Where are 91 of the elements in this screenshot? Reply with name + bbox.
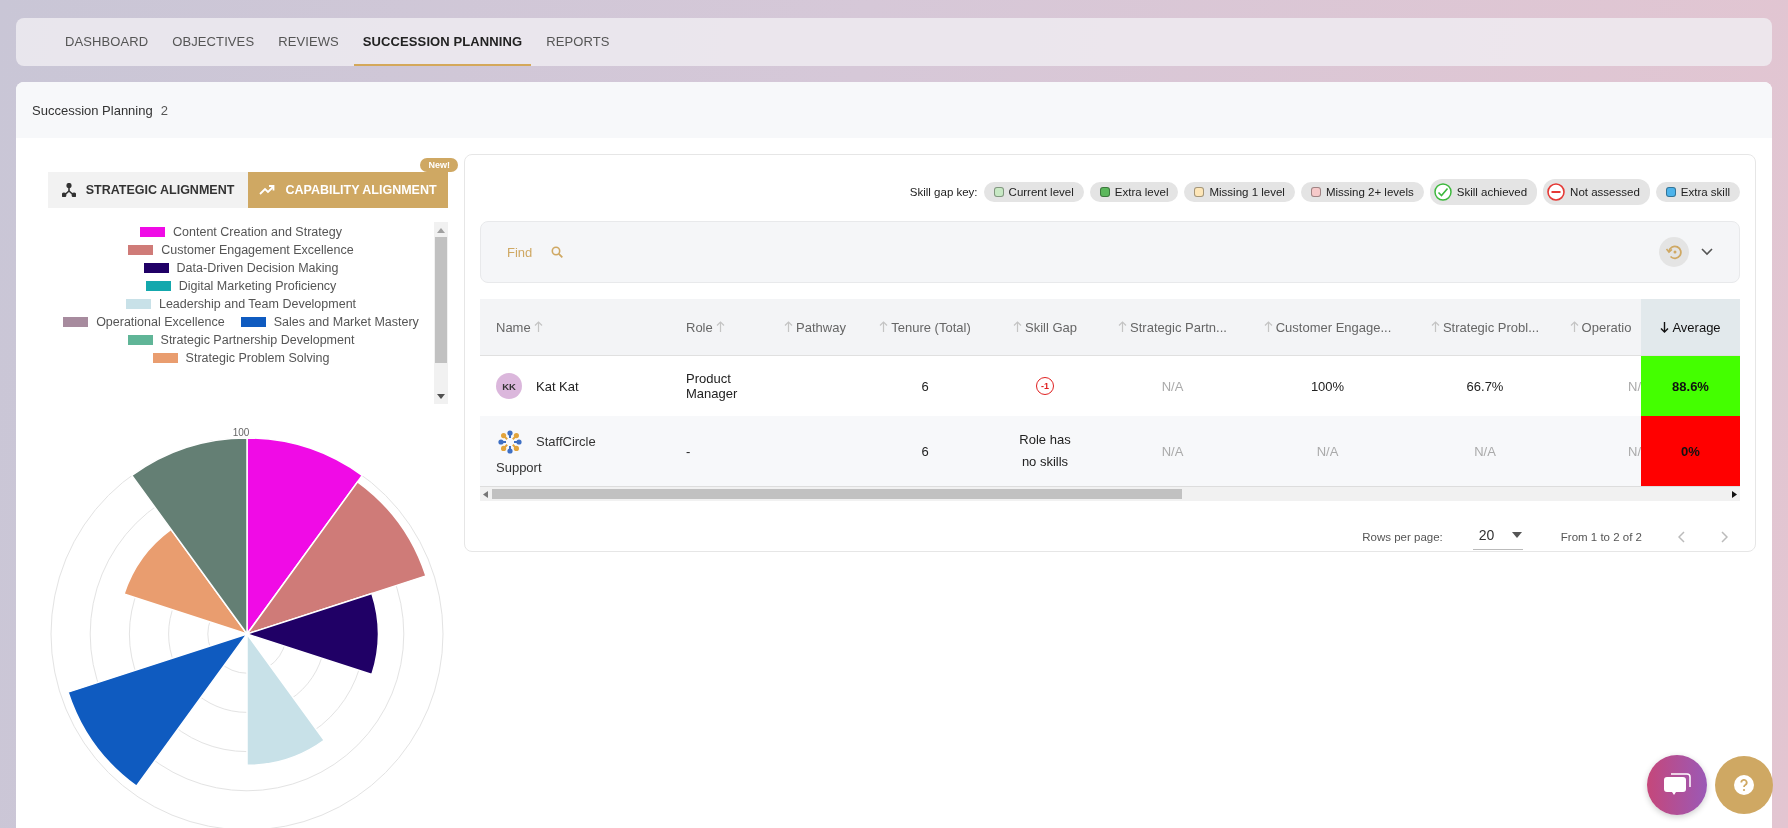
table-cell: N/ — [1628, 443, 1641, 459]
sort-up-icon — [1430, 321, 1440, 333]
rows-per-page-label: Rows per page: — [1362, 530, 1443, 543]
reset-icon — [1665, 243, 1683, 261]
rows-per-page-select[interactable]: 20 — [1472, 523, 1523, 550]
nav-tab[interactable]: DASHBOARD — [56, 18, 158, 66]
legend-label: Strategic Problem Solving — [185, 351, 330, 365]
column-header[interactable]: Pathway — [770, 299, 860, 355]
legend-label: Customer Engagement Excellence — [161, 243, 354, 257]
sort-up-icon — [533, 321, 543, 333]
table-cell: - — [686, 443, 691, 459]
check-circle-icon — [1433, 183, 1452, 201]
column-header[interactable]: Strategic Probl... — [1410, 299, 1560, 355]
legend-label: Digital Marketing Proficiency — [178, 279, 337, 293]
item-count: 2 — [160, 102, 168, 118]
table-cell-text: Product Manager — [686, 371, 739, 401]
key-chip-label: Current level — [1008, 186, 1074, 198]
expand-button[interactable] — [1701, 248, 1713, 256]
column-header[interactable]: Tenure (Total) — [860, 299, 990, 355]
search-icon — [551, 246, 563, 258]
scroll-left-icon — [483, 490, 488, 498]
sort-down-icon — [1660, 321, 1670, 333]
key-chip-label: Skill achieved — [1456, 186, 1528, 198]
sort-up-icon — [715, 321, 725, 333]
key-chip-label: Not assessed — [1570, 186, 1640, 198]
sort-up-icon — [1013, 321, 1022, 333]
caret-icon — [1512, 532, 1523, 538]
page-title: Succession Planning — [32, 102, 153, 118]
search-field[interactable]: Find — [507, 237, 541, 267]
scroll-right-icon — [1732, 490, 1737, 498]
key-chip-label: Missing 2+ levels — [1325, 186, 1414, 198]
sort-up-icon — [1569, 321, 1579, 333]
chevron-down-icon — [1701, 248, 1713, 256]
table-cell: 6 — [921, 443, 929, 459]
sort-up-icon — [1263, 321, 1273, 333]
average-cell: 0% — [1641, 416, 1740, 486]
avatar: KK — [496, 373, 522, 399]
nav-tab[interactable]: REVIEWS — [269, 18, 348, 66]
trend-icon — [259, 184, 276, 196]
table-cell: N/A — [1161, 443, 1184, 459]
sort-up-icon — [879, 321, 889, 333]
next-page-button[interactable] — [1721, 530, 1728, 543]
column-header[interactable]: Operatio — [1560, 299, 1641, 355]
new-badge: New! — [420, 158, 458, 172]
table-cell: 66.7% — [1466, 378, 1504, 394]
column-header[interactable]: Name — [480, 299, 670, 355]
table-cell: N/A — [1474, 443, 1496, 459]
column-header[interactable]: Strategic Partn... — [1100, 299, 1245, 355]
reset-button[interactable] — [1659, 237, 1689, 267]
legend-label: Sales and Market Mastery — [273, 315, 419, 329]
person-name[interactable]: Kat Kat — [536, 378, 579, 394]
key-label: Skill gap key: — [909, 186, 978, 198]
hierarchy-icon — [61, 183, 76, 197]
column-header[interactable]: Skill Gap — [990, 299, 1100, 355]
scroll-up-icon — [437, 227, 445, 233]
column-header[interactable]: Average — [1641, 299, 1740, 355]
legend-scrollbar[interactable] — [434, 222, 448, 404]
sort-up-icon — [784, 321, 794, 333]
nav-tab[interactable]: SUCCESSION PLANNING — [353, 18, 532, 66]
chevron-left-icon — [1678, 530, 1685, 543]
previous-page-button[interactable] — [1678, 530, 1685, 543]
legend-label: Data-Driven Decision Making — [176, 261, 339, 275]
key-chip-label: Extra level — [1114, 186, 1169, 198]
alignment-tab[interactable]: STRATEGIC ALIGNMENT — [48, 172, 248, 208]
table-cell: N/A — [1161, 378, 1184, 394]
legend-label: Operational Excellence — [96, 315, 225, 329]
minus-circle-icon — [1547, 183, 1566, 201]
key-chip-label: Extra skill — [1680, 186, 1730, 198]
starburst-logo-icon — [496, 428, 524, 456]
horizontal-scrollbar[interactable] — [480, 486, 1740, 501]
nav-tab[interactable]: REPORTS — [537, 18, 619, 66]
table-cell: N/A — [1316, 443, 1339, 459]
legend-label: Content Creation and Strategy — [173, 225, 342, 239]
nav-tab[interactable]: OBJECTIVES — [163, 18, 264, 66]
help-icon — [1734, 775, 1754, 795]
person-name[interactable]: StaffCircle Support — [496, 429, 616, 481]
table-cell: 100% — [1310, 378, 1345, 394]
average-cell: 88.6% — [1641, 356, 1740, 416]
chevron-right-icon — [1721, 530, 1728, 543]
column-header[interactable]: Role — [670, 299, 770, 355]
table-cell-text: Role has no skills — [1018, 431, 1072, 471]
column-header[interactable]: Customer Engage... — [1245, 299, 1410, 355]
scroll-down-icon — [437, 394, 445, 400]
legend-label: Strategic Partnership Development — [160, 333, 355, 347]
table-cell: N/ — [1628, 378, 1641, 394]
chart-tick-label: 100 — [232, 427, 250, 438]
table-cell: 6 — [921, 378, 929, 394]
legend-label: Leadership and Team Development — [158, 297, 357, 311]
page-range: From 1 to 2 of 2 — [1560, 530, 1642, 543]
key-chip-label: Missing 1 level — [1209, 186, 1285, 198]
sort-up-icon — [1118, 321, 1128, 333]
